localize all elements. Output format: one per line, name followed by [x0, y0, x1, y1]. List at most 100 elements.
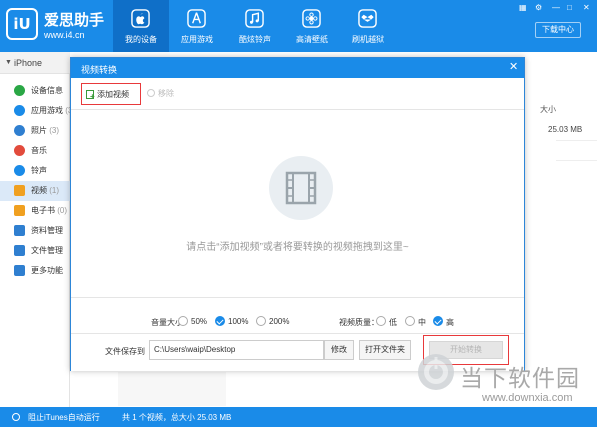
sidebar-item-apps[interactable]: 应用游戏 (3) — [0, 101, 75, 121]
row-divider — [556, 160, 597, 161]
open-folder-button[interactable]: 打开文件夹 — [359, 340, 411, 360]
sidebar-item-music[interactable]: 音乐 — [0, 141, 70, 161]
volume-100-radio[interactable] — [215, 316, 225, 326]
sidebar-item-label: 更多功能 — [31, 265, 63, 276]
sidebar-item-label: 应用游戏 (3) — [31, 105, 75, 116]
background-panel — [118, 372, 226, 406]
add-video-label: 添加视频 — [97, 90, 129, 99]
more-icon — [14, 265, 25, 276]
itunes-toggle-icon[interactable] — [12, 413, 20, 421]
quality-low-radio[interactable] — [376, 316, 386, 326]
brand-url: www.i4.cn — [44, 30, 85, 40]
volume-option-label: 100% — [228, 317, 249, 326]
sidebar-item-text: 电子书 — [31, 206, 55, 215]
app-store-icon — [187, 9, 206, 28]
nav-label: 高清壁纸 — [296, 35, 328, 44]
sidebar-item-text: 照片 — [31, 126, 47, 135]
skin-icon[interactable]: ▦ — [519, 3, 527, 12]
itunes-block-label[interactable]: 阻止iTunes自动运行 — [28, 412, 100, 423]
sidebar-item-device-info[interactable]: 设备信息 — [0, 81, 70, 101]
info-icon — [14, 85, 25, 96]
music-icon — [14, 145, 25, 156]
music-note-icon — [245, 9, 264, 28]
sidebar-item-text: 设备信息 — [31, 86, 63, 95]
nav-label: 酷炫铃声 — [239, 35, 271, 44]
volume-50-radio[interactable] — [178, 316, 188, 326]
nav-wallpapers[interactable]: 高清壁纸 — [284, 0, 340, 52]
sidebar-item-text: 视频 — [31, 186, 47, 195]
row-divider — [556, 140, 597, 141]
sidebar-item-text: 更多功能 — [31, 266, 63, 275]
quality-medium-radio[interactable] — [405, 316, 415, 326]
sidebar-item-label: 视频 (1) — [31, 185, 59, 196]
status-summary: 共 1 个视频，总大小 25.03 MB — [122, 413, 232, 422]
collapse-arrow-icon[interactable]: ▼ — [5, 59, 12, 66]
dialog-title: 视频转换 — [81, 65, 118, 75]
remove-icon — [147, 89, 155, 97]
video-icon — [14, 185, 25, 196]
sidebar-item-photos[interactable]: 照片 (3) — [0, 121, 70, 141]
quality-option-label: 低 — [389, 318, 397, 327]
modify-button[interactable]: 修改 — [324, 340, 354, 360]
sidebar-item-video[interactable]: 视频 (1) — [0, 181, 70, 201]
nav-my-device[interactable]: 我的设备 — [113, 0, 169, 52]
save-path-field[interactable]: C:\Users\waip\Desktop — [149, 340, 324, 360]
brand-name: 爱思助手 — [44, 12, 105, 29]
sidebar-item-count: (1) — [49, 186, 60, 195]
watermark-text: 当下软件园 — [460, 366, 580, 392]
watermark-logo — [418, 354, 454, 390]
nav-label: 应用游戏 — [181, 35, 213, 44]
close-window-icon[interactable]: ✕ — [583, 3, 590, 12]
photo-icon — [14, 125, 25, 136]
device-name: iPhone — [14, 58, 43, 68]
quality-option-label: 中 — [418, 318, 426, 327]
sidebar-item-text: 铃声 — [31, 166, 47, 175]
sidebar-item-count: (0) — [57, 206, 68, 215]
download-center-button[interactable]: 下载中心 — [535, 22, 581, 38]
sidebar-item-ebooks[interactable]: 电子书 (0) — [0, 201, 70, 221]
nav-ringtones[interactable]: 酷炫铃声 — [227, 0, 283, 52]
sidebar-item-text: 文件管理 — [31, 246, 63, 255]
quality-label: 视频质量： — [339, 318, 379, 327]
quality-high-radio[interactable] — [433, 316, 443, 326]
drop-hint: 请点击“添加视频”或者将要转换的视频拖拽到这里~ — [186, 242, 409, 253]
sidebar-item-data-manager[interactable]: 资料管理 — [0, 221, 70, 241]
film-icon — [269, 156, 333, 220]
size-value: 25.03 MB — [548, 125, 583, 134]
volume-200-radio[interactable] — [256, 316, 266, 326]
save-path-label: 文件保存到 — [105, 347, 145, 356]
dialog-close-icon[interactable]: ✕ — [509, 60, 518, 73]
video-convert-dialog: 视频转换 ✕ 添加视频 移除 请点击“添加视频”或者将要转换的视频拖拽到这里~ … — [70, 57, 525, 371]
minimize-icon[interactable]: — — [552, 3, 560, 12]
remove-button[interactable]: 移除 — [147, 88, 174, 99]
dialog-titlebar: 视频转换 ✕ — [71, 58, 524, 78]
app-logo: iU — [6, 8, 38, 40]
book-icon — [14, 205, 25, 216]
nav-label: 刷机越狱 — [352, 35, 384, 44]
add-video-button[interactable]: 添加视频 — [81, 83, 141, 105]
sidebar-item-text: 资料管理 — [31, 226, 63, 235]
top-bar: iU 爱思助手 www.i4.cn 我的设备 应用游戏 酷炫铃声 高清壁纸 刷机… — [0, 0, 597, 52]
sidebar-item-text: 应用游戏 — [31, 106, 63, 115]
sidebar-item-file-manager[interactable]: 文件管理 — [0, 241, 70, 261]
sidebar-item-label: 铃声 — [31, 165, 47, 176]
sidebar-item-label: 文件管理 — [31, 245, 63, 256]
device-header[interactable]: ▼ iPhone — [0, 52, 70, 74]
nav-flash-jailbreak[interactable]: 刷机越狱 — [340, 0, 396, 52]
nav-label: 我的设备 — [125, 35, 157, 44]
status-bar: 阻止iTunes自动运行 共 1 个视频，总大小 25.03 MB — [0, 407, 597, 427]
sidebar-item-more[interactable]: 更多功能 — [0, 261, 70, 281]
volume-option-label: 50% — [191, 317, 208, 326]
quality-option-label: 高 — [446, 318, 454, 327]
dropbox-icon — [358, 9, 377, 28]
volume-option-label: 200% — [269, 317, 290, 326]
apple-icon — [131, 9, 150, 28]
watermark-url: www.downxia.com — [482, 392, 573, 404]
sidebar-item-ringtones[interactable]: 铃声 — [0, 161, 70, 181]
nav-apps-games[interactable]: 应用游戏 — [169, 0, 225, 52]
maximize-icon[interactable]: □ — [567, 3, 572, 12]
size-column-header: 大小 — [540, 105, 556, 114]
remove-label: 移除 — [158, 89, 174, 98]
contacts-icon — [14, 225, 25, 236]
settings-icon[interactable]: ⚙ — [535, 3, 542, 12]
